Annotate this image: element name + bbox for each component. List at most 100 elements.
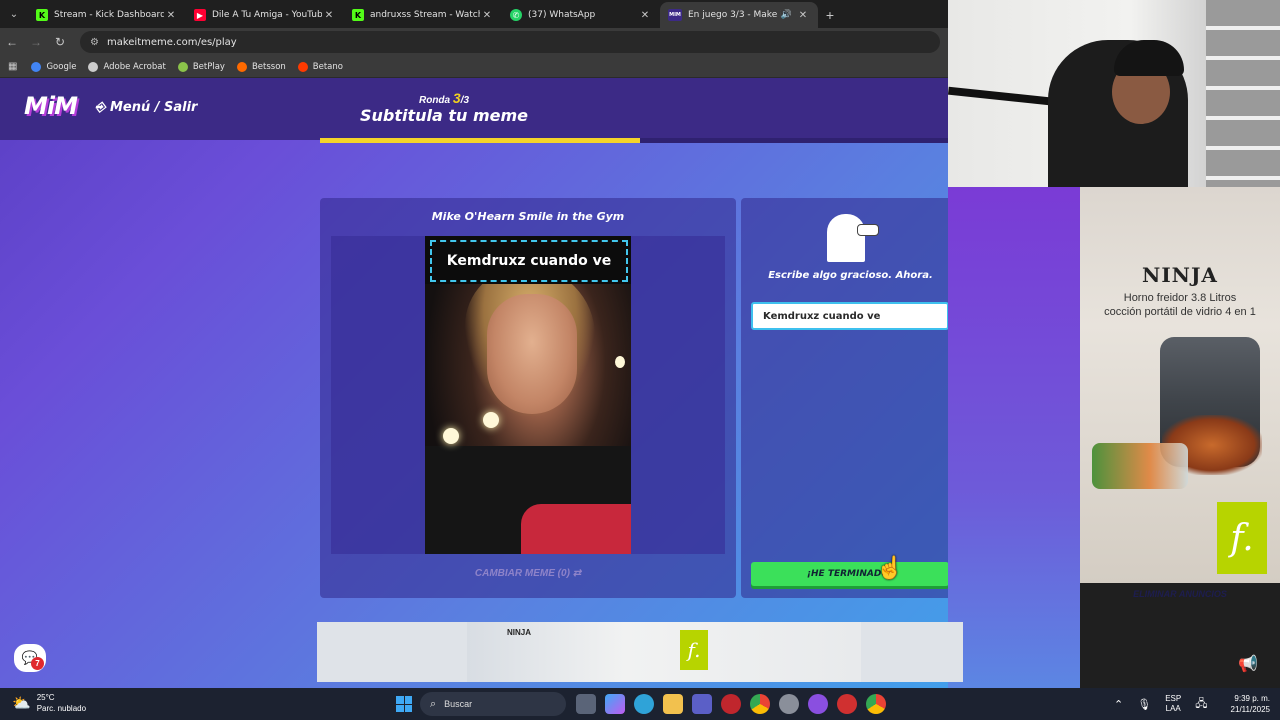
chrome-profile-icon[interactable]: [866, 694, 886, 714]
reload-icon[interactable]: ↻: [48, 35, 72, 49]
clock[interactable]: 9:39 p. m. 21/11/2025: [1222, 693, 1270, 715]
tab-search-icon[interactable]: ⌄: [0, 0, 28, 28]
windows-start-icon[interactable]: [396, 696, 412, 712]
youtube-favicon-icon: ▶: [194, 9, 206, 21]
betplay-icon: [177, 61, 188, 72]
megaphone-icon[interactable]: 📢: [1238, 654, 1258, 674]
timer-progress-bar: [320, 138, 948, 143]
lang-code: ESP: [1165, 694, 1182, 703]
search-placeholder: Buscar: [444, 699, 473, 709]
cloudy-weather-icon: ⛅: [12, 695, 31, 712]
caption-prompt: Escribe algo gracioso. Ahora.: [768, 270, 933, 281]
change-meme-label: CAMBIAR MEME (0): [474, 568, 570, 579]
settings-icon[interactable]: [779, 694, 799, 714]
timer-progress-fill: [320, 138, 641, 143]
close-tab-icon[interactable]: ✕: [322, 10, 336, 21]
tab-youtube[interactable]: ▶ Dile A Tu Amiga - YouTube ✕: [186, 2, 344, 28]
meme-caption-box[interactable]: Kemdruxz cuando ve: [430, 240, 628, 282]
side-ad-copy-line: cocción portátil de vidrio 4 en 1: [1104, 306, 1256, 318]
browser-tabbar: ⌄ K Stream - Kick Dashboard ✕ ▶ Dile A T…: [0, 0, 948, 28]
weather-widget[interactable]: ⛅ 25°C Parc. nublado: [12, 692, 86, 714]
shuffle-icon: ⇄: [572, 568, 582, 579]
bookmark-google[interactable]: Google: [31, 61, 76, 72]
meme-title: Mike O'Hearn Smile in the Gym: [431, 210, 625, 223]
falabella-logo: f.: [1217, 502, 1267, 574]
game-page: MiM ⎆ Menú / Salir Ronda 3/3 Subtitula t…: [0, 78, 1080, 688]
betano-icon: [297, 61, 308, 72]
bookmark-label: Betsson: [251, 61, 286, 72]
weather-text: Parc. nublado: [36, 704, 87, 713]
browser-toolbar: ← → ↻ ⚙ makeitmeme.com/es/play: [0, 28, 948, 56]
google-icon: [31, 61, 42, 72]
network-icon[interactable]: 🖧: [1195, 695, 1207, 714]
file-explorer-icon[interactable]: [663, 694, 683, 714]
meme-card: Mike O'Hearn Smile in the Gym Kemdruxz c…: [320, 198, 736, 598]
chat-badge: 7: [31, 657, 44, 670]
meme-shirt-print: [521, 504, 631, 554]
teams-icon[interactable]: [692, 694, 712, 714]
meme-light: [443, 428, 459, 444]
game-app-icon[interactable]: [721, 694, 741, 714]
language-indicator[interactable]: ESP LAA: [1165, 694, 1181, 714]
microphone-icon[interactable]: 🎙: [1137, 698, 1151, 711]
meme-area: Kemdruxz cuando ve: [331, 236, 725, 554]
bookmark-betsson[interactable]: Betsson: [236, 61, 286, 72]
close-tab-icon[interactable]: ✕: [480, 10, 494, 21]
round-label: Ronda: [418, 95, 451, 106]
bookmark-label: Betano: [312, 61, 343, 72]
new-tab-icon[interactable]: +: [818, 2, 842, 28]
tab-title: (37) WhatsApp: [528, 10, 596, 20]
tab-title: Dile A Tu Amiga - YouTube: [212, 10, 322, 20]
meme-face: [487, 294, 577, 414]
taskbar-search[interactable]: ⌕ Buscar: [420, 692, 566, 716]
meme-light: [615, 356, 625, 368]
remove-ads-link[interactable]: ELIMINAR ANUNCIOS: [1080, 589, 1280, 599]
side-ad[interactable]: NINJA Horno freidor 3.8 Litros cocción p…: [1080, 187, 1280, 583]
tab-title: Stream - Kick Dashboard: [54, 10, 164, 20]
tab-kick-stream[interactable]: K andruxss Stream - Watch Live o ✕: [344, 2, 502, 28]
tab-make-it-meme[interactable]: MIM En juego 3/3 - Make it Mem 🔊 ✕: [660, 2, 818, 28]
windows-taskbar: ⛅ 25°C Parc. nublado ⌕ Buscar ⌃ 🎙 ESP LAA…: [0, 688, 1280, 720]
bookmark-label: BetPlay: [192, 61, 225, 72]
mascot-icon: [827, 208, 879, 262]
mascot-pointing-hand: [857, 224, 879, 236]
close-tab-icon[interactable]: ✕: [638, 10, 652, 21]
clock-time: 9:39 p. m.: [1234, 694, 1270, 703]
close-tab-icon[interactable]: ✕: [164, 10, 178, 21]
bottom-ad-brand: NINJA: [507, 628, 532, 637]
bookmark-betplay[interactable]: BetPlay: [177, 61, 225, 72]
forward-icon[interactable]: →: [24, 35, 48, 49]
recording-app-icon[interactable]: [837, 694, 857, 714]
search-icon: ⌕: [430, 697, 437, 710]
chrome-icon[interactable]: [750, 694, 770, 714]
apps-grid-icon[interactable]: ▦: [8, 61, 17, 72]
address-bar[interactable]: ⚙ makeitmeme.com/es/play: [80, 31, 940, 53]
sneaker-shelf: [1206, 0, 1280, 187]
bookmark-adobe[interactable]: Adobe Acrobat: [88, 61, 166, 72]
caption-input-card: Escribe algo gracioso. Ahora. ¡HE TERMIN…: [741, 198, 960, 598]
back-icon[interactable]: ←: [0, 35, 24, 49]
round-current: 3: [452, 90, 461, 106]
task-view-icon[interactable]: [576, 694, 596, 714]
bookmark-betano[interactable]: Betano: [297, 61, 343, 72]
caption-input[interactable]: [751, 302, 949, 330]
game-header: MiM ⎆ Menú / Salir Ronda 3/3 Subtitula t…: [0, 78, 948, 140]
edge-icon[interactable]: [634, 694, 654, 714]
done-button[interactable]: ¡HE TERMINADO!: [751, 562, 949, 586]
tab-kick-dashboard[interactable]: K Stream - Kick Dashboard ✕: [28, 2, 186, 28]
taskbar-apps: [576, 694, 895, 714]
copilot-icon[interactable]: [605, 694, 625, 714]
change-meme-button[interactable]: CAMBIAR MEME (0) ⇄: [320, 568, 736, 579]
site-info-icon[interactable]: ⚙: [90, 37, 99, 48]
close-tab-icon[interactable]: ✕: [796, 10, 810, 21]
streaming-app-icon[interactable]: [808, 694, 828, 714]
speaker-icon[interactable]: 🔊: [781, 10, 792, 20]
chevron-up-icon[interactable]: ⌃: [1114, 698, 1123, 711]
tab-whatsapp[interactable]: ✆ (37) WhatsApp ✕: [502, 2, 660, 28]
bottom-ad-banner[interactable]: NINJA f.: [317, 622, 963, 682]
phase-title: Subtitula tu meme: [359, 106, 529, 125]
salad-bowl-image: [1092, 443, 1188, 489]
bookmarks-bar: ▦ Google Adobe Acrobat BetPlay Betsson B…: [0, 56, 948, 78]
lang-layout: LAA: [1165, 704, 1181, 713]
temperature: 25°C: [36, 693, 55, 702]
